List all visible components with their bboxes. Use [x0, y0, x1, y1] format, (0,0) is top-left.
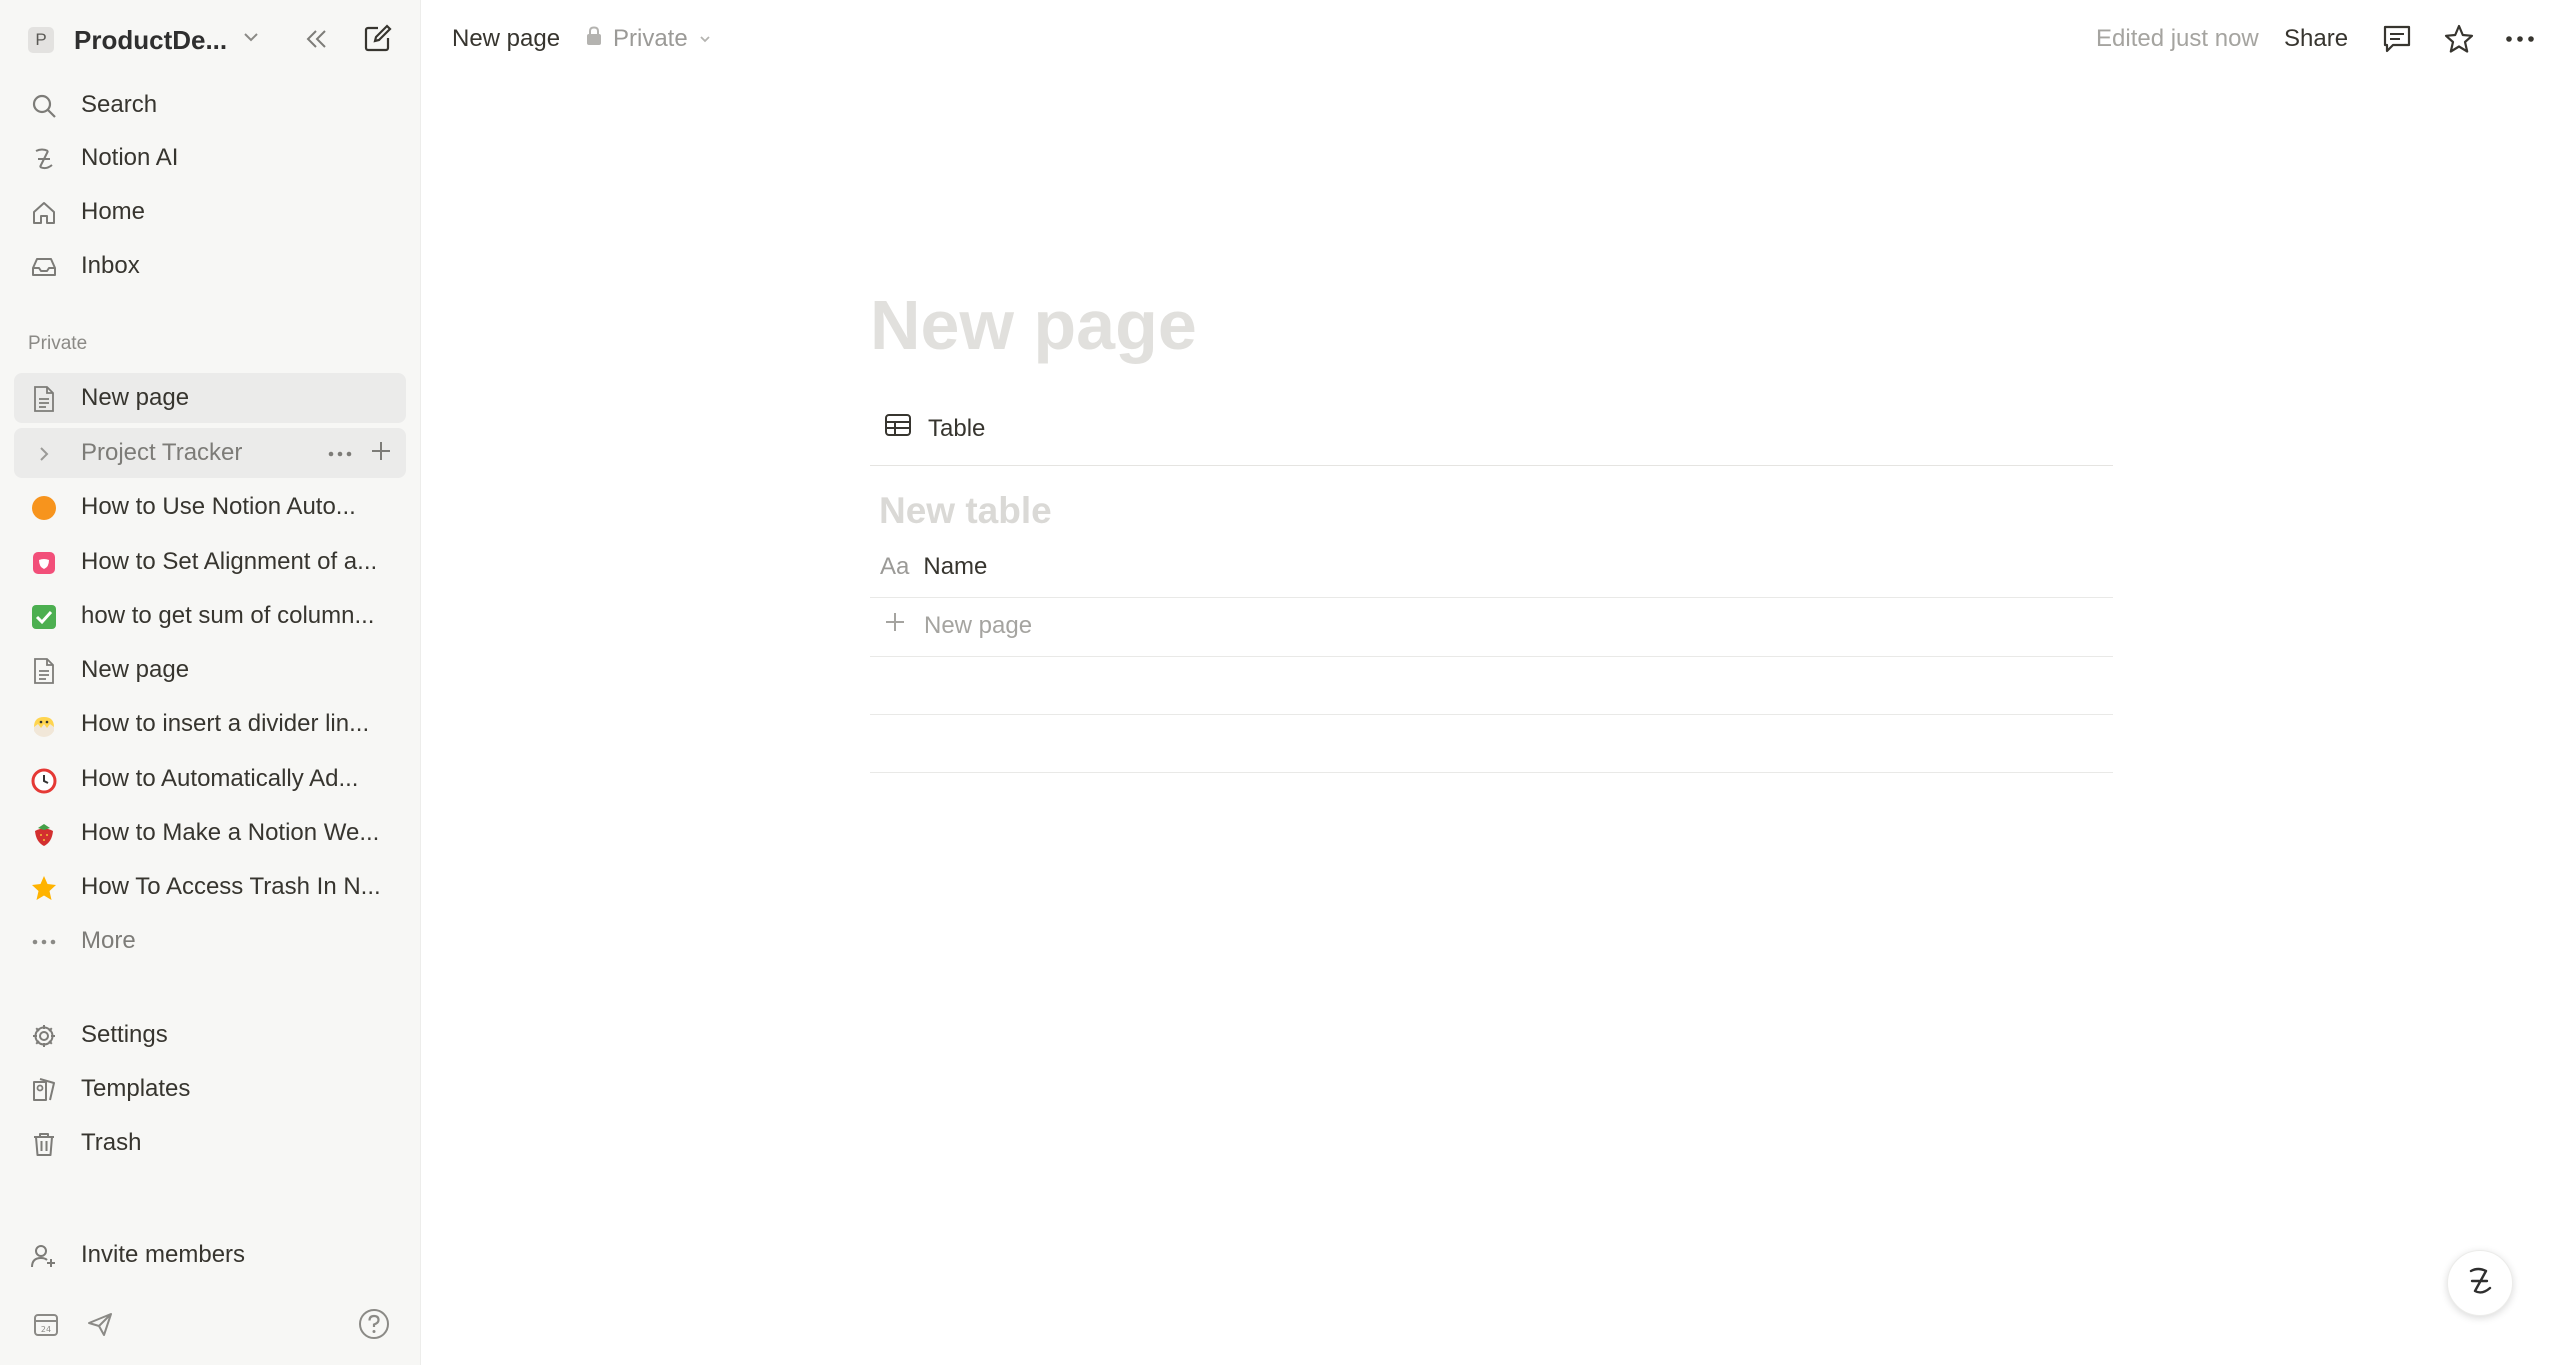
chick-emoji: [30, 711, 58, 739]
view-tab-label: Table: [928, 414, 986, 442]
notion-ai-icon: [30, 145, 58, 173]
text-property-icon: Aa: [880, 553, 910, 580]
sidebar-page-item[interactable]: How To Access Trash In N...: [14, 862, 406, 912]
sidebar-item-label: How to Make a Notion We...: [81, 819, 380, 846]
orange-circle-emoji: [30, 494, 58, 522]
templates-icon: [30, 1076, 58, 1104]
tab-table-view[interactable]: Table: [884, 413, 985, 444]
sidebar-item-label: How To Access Trash In N...: [81, 873, 381, 900]
sidebar-item-templates[interactable]: Templates: [14, 1064, 406, 1114]
chevron-down-icon: [698, 25, 712, 53]
invite-members-button[interactable]: Invite members: [14, 1230, 406, 1280]
sidebar-page-item[interactable]: How to Automatically Ad...: [14, 754, 406, 804]
page-title[interactable]: New page: [870, 285, 1197, 365]
send-icon[interactable]: [84, 1308, 116, 1340]
sidebar-page-new-page[interactable]: New page: [14, 373, 406, 423]
new-page-icon[interactable]: [360, 20, 396, 56]
help-icon[interactable]: [356, 1306, 392, 1342]
sidebar-item-label: Inbox: [81, 252, 140, 279]
privacy-dropdown[interactable]: Private: [585, 25, 712, 53]
add-subpage-icon[interactable]: [370, 440, 392, 467]
star-favorite-icon[interactable]: [2440, 20, 2478, 58]
view-tabs-divider: [870, 465, 2113, 466]
star-emoji: [30, 874, 58, 902]
sidebar-item-label: How to Set Alignment of a...: [81, 548, 378, 575]
notion-ai-icon: [2463, 1264, 2497, 1303]
sidebar-item-label: How to insert a divider lin...: [81, 710, 370, 737]
comments-icon[interactable]: [2378, 20, 2416, 58]
sidebar: P ProductDe... Search Notion AI Home Inb…: [0, 0, 421, 1365]
workspace-switcher[interactable]: P ProductDe...: [28, 20, 227, 60]
sidebar-item-label: how to get sum of column...: [81, 602, 375, 629]
sidebar-item-label: New page: [81, 656, 190, 683]
search-icon: [30, 92, 58, 120]
add-new-row-button[interactable]: New page: [884, 611, 1032, 640]
sidebar-item-inbox[interactable]: Inbox: [14, 241, 406, 291]
edited-status: Edited just now: [2096, 25, 2259, 52]
alarm-clock-emoji: [30, 766, 58, 794]
sidebar-item-label: New page: [81, 384, 190, 411]
table-row-divider: [870, 597, 2113, 598]
table-row-divider: [870, 656, 2113, 657]
chevron-down-icon[interactable]: [240, 26, 262, 48]
trash-icon: [30, 1130, 58, 1158]
plus-icon: [884, 611, 906, 640]
column-header-label: Name: [923, 553, 988, 580]
sidebar-item-more[interactable]: More: [14, 916, 406, 966]
sidebar-item-label: Settings: [81, 1021, 168, 1048]
table-row-divider: [870, 772, 2113, 773]
workspace-avatar: P: [28, 27, 54, 53]
svg-text:24: 24: [41, 1325, 51, 1334]
inbox-icon: [30, 253, 58, 281]
sidebar-page-item[interactable]: how to get sum of column...: [14, 591, 406, 641]
sidebar-page-item[interactable]: How to insert a divider lin...: [14, 699, 406, 749]
lock-icon: [585, 25, 603, 53]
column-header-name[interactable]: Aa Name: [880, 553, 987, 581]
sidebar-item-label: Templates: [81, 1075, 191, 1102]
sidebar-item-label: Invite members: [81, 1241, 246, 1268]
table-row-divider: [870, 714, 2113, 715]
sidebar-page-project-tracker[interactable]: Project Tracker: [14, 428, 406, 478]
sidebar-item-label: Notion AI: [81, 144, 179, 171]
calendar-icon[interactable]: 24: [30, 1308, 62, 1340]
table-icon: [884, 413, 912, 444]
sidebar-item-settings[interactable]: Settings: [14, 1010, 406, 1060]
sidebar-item-search[interactable]: Search: [14, 80, 406, 130]
section-label-private[interactable]: Private: [28, 333, 87, 355]
chevron-right-icon[interactable]: [30, 440, 58, 468]
sidebar-page-item[interactable]: How to Make a Notion We...: [14, 808, 406, 858]
collapse-sidebar-icon[interactable]: [300, 22, 334, 56]
page-icon: [30, 385, 58, 413]
sidebar-page-item[interactable]: New page: [14, 645, 406, 695]
notion-ai-button[interactable]: [2447, 1250, 2513, 1316]
privacy-label: Private: [613, 25, 688, 52]
sidebar-item-home[interactable]: Home: [14, 187, 406, 237]
sidebar-item-label: Search: [81, 91, 158, 118]
breadcrumb-page-title[interactable]: New page: [452, 25, 560, 53]
sidebar-item-notion-ai[interactable]: Notion AI: [14, 133, 406, 183]
sidebar-item-label: Project Tracker: [81, 439, 243, 466]
sidebar-item-trash[interactable]: Trash: [14, 1118, 406, 1168]
new-row-label: New page: [924, 611, 1033, 639]
more-dots-icon: [30, 928, 58, 956]
sidebar-item-label: How to Automatically Ad...: [81, 765, 359, 792]
page-icon: [30, 657, 58, 685]
add-person-icon: [30, 1242, 58, 1270]
sidebar-item-label: More: [81, 927, 136, 954]
more-options-icon[interactable]: [328, 445, 352, 463]
sidebar-item-label: Home: [81, 198, 146, 225]
share-button[interactable]: Share: [2284, 25, 2348, 53]
strawberry-emoji: [30, 820, 58, 848]
home-icon: [30, 199, 58, 227]
table-title[interactable]: New table: [879, 490, 1052, 532]
sidebar-item-label: How to Use Notion Auto...: [81, 493, 356, 520]
pink-emoji: [30, 549, 58, 577]
gear-icon: [30, 1022, 58, 1050]
check-mark-emoji: [30, 603, 58, 631]
sidebar-page-item[interactable]: How to Set Alignment of a...: [14, 537, 406, 587]
sidebar-page-item[interactable]: How to Use Notion Auto...: [14, 482, 406, 532]
workspace-name: ProductDe...: [74, 24, 228, 55]
sidebar-item-label: Trash: [81, 1129, 142, 1156]
more-options-icon[interactable]: [2500, 24, 2540, 54]
